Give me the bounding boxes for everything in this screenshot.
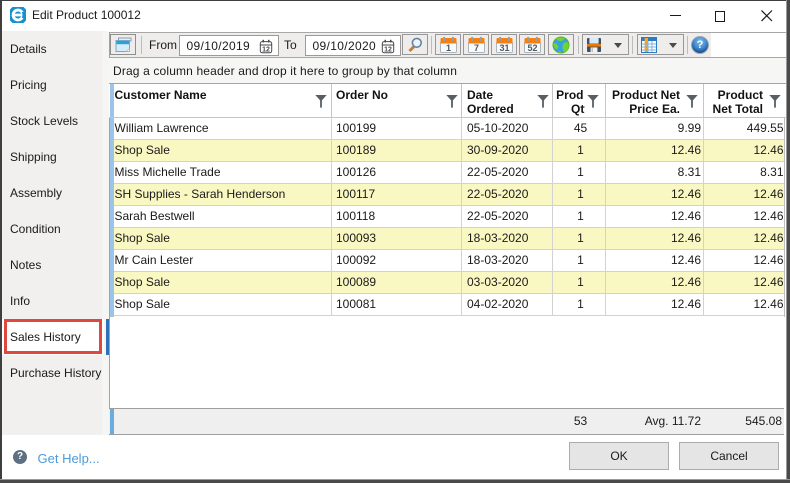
- svg-text:1: 1: [445, 42, 450, 52]
- svg-text:52: 52: [527, 42, 537, 52]
- svg-text:12: 12: [384, 46, 392, 53]
- svg-text:12: 12: [262, 46, 270, 53]
- svg-text:31: 31: [499, 42, 509, 52]
- svg-text:7: 7: [473, 42, 478, 52]
